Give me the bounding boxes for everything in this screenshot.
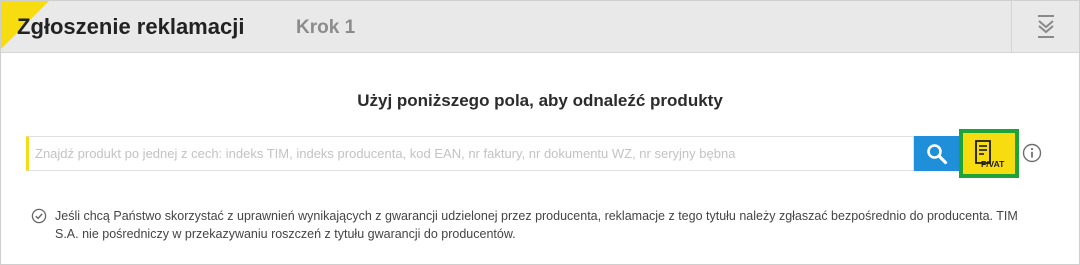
invoice-search-button[interactable]: F/VAT bbox=[959, 129, 1019, 178]
search-button[interactable] bbox=[914, 136, 959, 171]
collapse-button[interactable] bbox=[1012, 1, 1079, 53]
invoice-button-label: F/VAT bbox=[981, 159, 1005, 169]
page-title: Zgłoszenie reklamacji bbox=[17, 14, 245, 39]
collapse-down-icon bbox=[1037, 15, 1054, 38]
invoice-icon: F/VAT bbox=[975, 139, 1005, 169]
step-indicator: Krok 1 bbox=[296, 17, 356, 38]
notice-text: Jeśli chcą Państwo skorzystać z uprawnie… bbox=[55, 209, 1018, 241]
warranty-notice: Jeśli chcą Państwo skorzystać z uprawnie… bbox=[31, 207, 1041, 243]
search-instruction: Użyj poniższego pola, aby odnaleźć produ… bbox=[357, 91, 723, 110]
product-search-input[interactable] bbox=[26, 136, 914, 171]
complaint-panel: Zgłoszenie reklamacji Krok 1 Użyj poniżs… bbox=[0, 0, 1080, 265]
info-button[interactable] bbox=[1022, 143, 1042, 163]
check-circle-icon bbox=[31, 208, 47, 224]
search-icon bbox=[926, 143, 947, 164]
info-icon bbox=[1022, 143, 1042, 163]
panel-header: Zgłoszenie reklamacji Krok 1 bbox=[1, 1, 1079, 53]
